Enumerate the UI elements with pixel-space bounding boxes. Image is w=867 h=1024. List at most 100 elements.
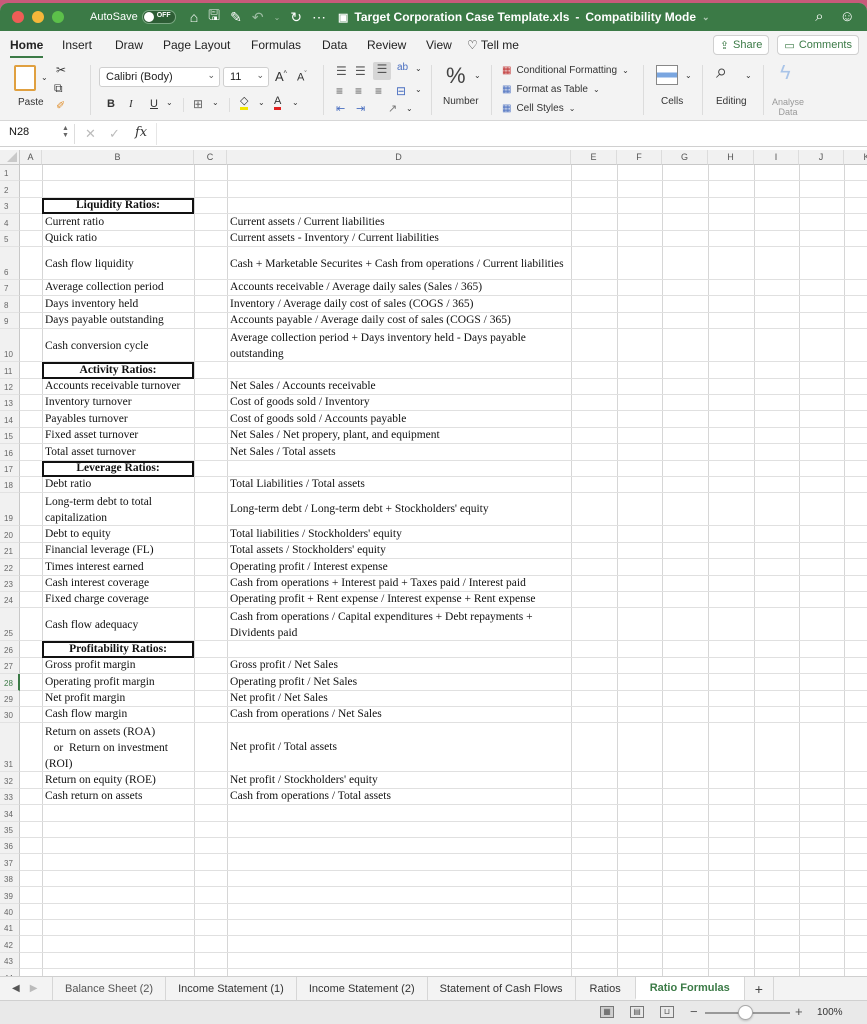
- row-header-29[interactable]: 29: [0, 690, 20, 707]
- row-header-15[interactable]: 15: [0, 427, 20, 445]
- font-size-select[interactable]: 11 ⌄: [223, 67, 269, 87]
- sheet-tab-ratios[interactable]: Ratios: [574, 977, 635, 1000]
- cut-icon[interactable]: ✂: [56, 63, 66, 77]
- row-header-42[interactable]: 42: [0, 936, 20, 953]
- enter-icon[interactable]: ✓: [109, 126, 120, 142]
- formula-text-cell[interactable]: Cash from operations + Interest paid + T…: [227, 576, 571, 592]
- align-middle-icon[interactable]: ☰: [355, 64, 366, 78]
- row-header-8[interactable]: 8: [0, 296, 20, 313]
- column-header-c[interactable]: C: [194, 150, 227, 165]
- tab-view[interactable]: View: [426, 38, 452, 52]
- autosave-toggle[interactable]: OFF: [141, 10, 176, 24]
- row-header-23[interactable]: 23: [0, 575, 20, 592]
- paste-label[interactable]: Paste: [18, 97, 44, 108]
- font-color-dropdown-icon[interactable]: ⌄: [292, 98, 299, 107]
- editing-search-icon[interactable]: ⌕: [716, 61, 727, 84]
- align-top-icon[interactable]: ☰: [336, 64, 347, 78]
- ratio-name-cell[interactable]: Cash flow margin: [42, 707, 194, 723]
- column-header-a[interactable]: A: [20, 150, 42, 165]
- section-header[interactable]: Leverage Ratios:: [42, 460, 194, 477]
- borders-dropdown-icon[interactable]: ⌄: [212, 98, 219, 107]
- tab-draw[interactable]: Draw: [115, 38, 143, 52]
- row-header-10[interactable]: 10: [0, 329, 20, 363]
- row-header-9[interactable]: 9: [0, 312, 20, 330]
- column-header-k[interactable]: K: [844, 150, 867, 165]
- increase-font-icon[interactable]: A^: [275, 69, 287, 84]
- sheet-tab-statement-of-cash-flows[interactable]: Statement of Cash Flows: [426, 977, 575, 1000]
- tab-formulas[interactable]: Formulas: [251, 38, 301, 52]
- column-header-i[interactable]: I: [754, 150, 799, 165]
- underline-dropdown-icon[interactable]: ⌄: [166, 98, 173, 107]
- conditional-formatting-button[interactable]: ▦ Conditional Formatting ⌄: [502, 65, 629, 76]
- select-all-corner[interactable]: [0, 150, 20, 165]
- align-center-icon[interactable]: ≡: [355, 84, 362, 98]
- sheet-tab-ratio-formulas[interactable]: Ratio Formulas: [634, 977, 744, 1000]
- save-icon[interactable]: 🖫: [208, 5, 220, 29]
- tab-insert[interactable]: Insert: [62, 38, 92, 52]
- row-header-14[interactable]: 14: [0, 411, 20, 428]
- ratio-name-cell[interactable]: Gross profit margin: [42, 658, 194, 674]
- name-box-stepper-icon[interactable]: ▲ ▼: [62, 125, 69, 139]
- row-header-30[interactable]: 30: [0, 707, 20, 724]
- tell-me[interactable]: ♡ Tell me: [467, 38, 519, 52]
- smiley-icon[interactable]: ☺: [840, 8, 855, 25]
- orientation-dropdown-icon[interactable]: ⌄: [406, 104, 413, 113]
- fill-color-icon[interactable]: ◇: [240, 95, 249, 110]
- minimize-icon[interactable]: [32, 11, 44, 23]
- insert-function-icon[interactable]: fx: [135, 125, 147, 140]
- ratio-name-cell[interactable]: Long-term debt to total capitalization: [42, 493, 194, 526]
- row-header-43[interactable]: 43: [0, 952, 20, 970]
- number-dropdown-icon[interactable]: ⌄: [474, 71, 481, 80]
- ratio-name-cell[interactable]: Net profit margin: [42, 691, 194, 707]
- row-header-39[interactable]: 39: [0, 887, 20, 904]
- analyse-data-icon[interactable]: ϟ: [780, 62, 791, 85]
- row-header-34[interactable]: 34: [0, 805, 20, 822]
- formula-text-cell[interactable]: Total Liabilities / Total assets: [227, 477, 571, 493]
- ratio-name-cell[interactable]: Return on assets (ROA) or Return on inve…: [42, 723, 194, 772]
- number-label[interactable]: Number: [443, 96, 479, 107]
- row-header-20[interactable]: 20: [0, 526, 20, 543]
- tab-page-layout[interactable]: Page Layout: [163, 38, 230, 52]
- formula-text-cell[interactable]: Accounts receivable / Average daily sale…: [227, 280, 571, 296]
- redo-icon[interactable]: ↻: [290, 9, 302, 26]
- formula-text-cell[interactable]: Cash from operations / Net Sales: [227, 707, 571, 723]
- ratio-name-cell[interactable]: Debt to equity: [42, 526, 194, 542]
- editing-label[interactable]: Editing: [716, 96, 747, 107]
- formula-text-cell[interactable]: Net profit / Total assets: [227, 723, 571, 772]
- ratio-name-cell[interactable]: Quick ratio: [42, 231, 194, 247]
- zoom-out-button[interactable]: −: [690, 1004, 698, 1019]
- next-sheet-icon[interactable]: ▶: [30, 983, 38, 994]
- formula-text-cell[interactable]: Cash from operations / Total assets: [227, 789, 571, 805]
- align-bottom-icon[interactable]: ☰: [373, 62, 391, 80]
- ratio-name-cell[interactable]: Total asset turnover: [42, 444, 194, 460]
- row-header-1[interactable]: 1: [0, 165, 20, 182]
- row-header-16[interactable]: 16: [0, 444, 20, 461]
- decrease-indent-icon[interactable]: ⇤: [336, 102, 345, 115]
- formula-text-cell[interactable]: Operating profit / Net Sales: [227, 674, 571, 690]
- formula-text-cell[interactable]: Current assets / Current liabilities: [227, 214, 571, 230]
- section-header[interactable]: Liquidity Ratios:: [42, 197, 194, 215]
- tab-review[interactable]: Review: [367, 38, 406, 52]
- cell-styles-button[interactable]: ▦ Cell Styles ⌄: [502, 103, 575, 114]
- formula-text-cell[interactable]: Cost of goods sold / Inventory: [227, 395, 571, 411]
- row-header-17[interactable]: 17: [0, 460, 20, 477]
- column-header-d[interactable]: D: [227, 150, 571, 165]
- ratio-name-cell[interactable]: Return on equity (ROE): [42, 772, 194, 788]
- font-color-icon[interactable]: A: [274, 95, 282, 110]
- wrap-dropdown-icon[interactable]: ⌄: [415, 64, 422, 73]
- column-header-j[interactable]: J: [799, 150, 844, 165]
- ratio-name-cell[interactable]: Current ratio: [42, 214, 194, 230]
- formula-text-cell[interactable]: Cost of goods sold / Accounts payable: [227, 411, 571, 427]
- ratio-name-cell[interactable]: Cash flow adequacy: [42, 608, 194, 641]
- paste-icon[interactable]: [14, 65, 36, 91]
- align-left-icon[interactable]: ≡: [336, 84, 343, 98]
- merge-dropdown-icon[interactable]: ⌄: [415, 85, 422, 94]
- ratio-name-cell[interactable]: Times interest earned: [42, 559, 194, 575]
- row-header-6[interactable]: 6: [0, 247, 20, 280]
- column-header-g[interactable]: G: [662, 150, 708, 165]
- comments-button[interactable]: ▭ Comments: [777, 35, 859, 55]
- ratio-name-cell[interactable]: Average collection period: [42, 280, 194, 296]
- paste-dropdown-icon[interactable]: ⌄: [41, 73, 48, 82]
- column-header-e[interactable]: E: [571, 150, 617, 165]
- format-as-table-button[interactable]: ▦ Format as Table ⌄: [502, 84, 600, 95]
